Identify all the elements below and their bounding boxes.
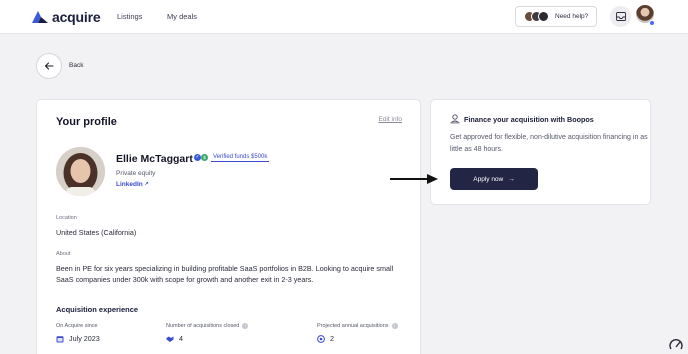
stat-label-projected-acquisitions: Projected annual acquisitions i — [317, 323, 398, 329]
profile-photo-image — [56, 147, 105, 196]
nav-link-listings[interactable]: Listings — [117, 12, 142, 21]
location-value: United States (California) — [56, 228, 137, 237]
info-icon[interactable]: i — [242, 323, 249, 329]
profile-title: Your profile — [56, 116, 117, 128]
stat-label-text: On Acquire since — [56, 323, 98, 329]
profile-photo — [56, 147, 105, 196]
support-avatars — [524, 11, 549, 22]
apply-now-label: Apply now — [473, 175, 504, 183]
external-link-icon: ↗ — [144, 181, 149, 187]
top-navbar: acquire Listings My deals Need help? — [0, 0, 688, 34]
calendar-icon — [56, 335, 64, 342]
back-label[interactable]: Back — [69, 62, 83, 69]
stat-label-acquisitions-closed: Number of acquisitions closed i — [166, 323, 249, 329]
edit-info-link[interactable]: Edit info — [379, 116, 403, 123]
need-help-button[interactable]: Need help? — [515, 6, 597, 27]
user-status-dot — [649, 20, 655, 26]
about-label: About — [56, 251, 71, 257]
handshake-icon — [166, 336, 174, 342]
arrow-right-icon: → — [508, 175, 515, 183]
finance-title: Finance your acquisition with Boopos — [464, 115, 594, 124]
location-label: Location — [56, 215, 77, 221]
profile-role: Private equity — [116, 170, 156, 177]
about-value: Been in PE for six years specializing in… — [56, 264, 394, 284]
speed-icon[interactable] — [669, 339, 683, 351]
finance-icon — [450, 114, 460, 124]
stat-value-projected-acquisitions: 2 — [317, 334, 334, 343]
stat-value-acquisitions-closed: 4 — [166, 334, 183, 343]
acquire-logo[interactable]: acquire — [32, 9, 101, 25]
stat-value-text: July 2023 — [69, 334, 100, 343]
support-avatar — [538, 11, 549, 22]
stat-value-text: 4 — [179, 334, 183, 343]
acquire-logo-icon — [32, 11, 48, 23]
arrow-left-icon — [44, 62, 54, 70]
logo-text: acquire — [52, 9, 101, 25]
funds-icon: $ — [201, 154, 208, 161]
stat-value-text: 2 — [330, 334, 334, 343]
acquisition-experience-title: Acquisition experience — [56, 305, 139, 314]
info-icon[interactable]: i — [391, 323, 398, 329]
apply-now-button[interactable]: Apply now → — [450, 168, 538, 190]
need-help-label: Need help? — [555, 13, 589, 20]
verified-funds-badge[interactable]: Verified funds $500k — [211, 152, 270, 162]
stat-value-on-acquire-since: July 2023 — [56, 334, 100, 343]
boopos-finance-card: Finance your acquisition with Boopos Get… — [430, 99, 651, 205]
profile-card: Your profile Edit info Ellie McTaggart ✓… — [36, 99, 421, 354]
finance-description: Get approved for flexible, non-dilutive … — [450, 134, 648, 153]
back-button[interactable] — [36, 53, 62, 79]
linkedin-label: LinkedIn — [116, 181, 143, 188]
stat-label-text: Number of acquisitions closed — [166, 323, 240, 329]
verified-icon: ✓ — [194, 154, 201, 161]
stat-label-on-acquire-since: On Acquire since — [56, 323, 98, 329]
profile-name: Ellie McTaggart — [116, 153, 193, 165]
nav-link-my-deals[interactable]: My deals — [167, 12, 197, 21]
linkedin-link[interactable]: LinkedIn ↗ — [116, 181, 149, 188]
stat-label-text: Projected annual acquisitions — [317, 323, 389, 329]
annotation-arrow-icon — [390, 174, 438, 184]
target-icon — [317, 334, 325, 343]
inbox-icon — [615, 12, 626, 21]
inbox-button[interactable] — [610, 6, 631, 27]
